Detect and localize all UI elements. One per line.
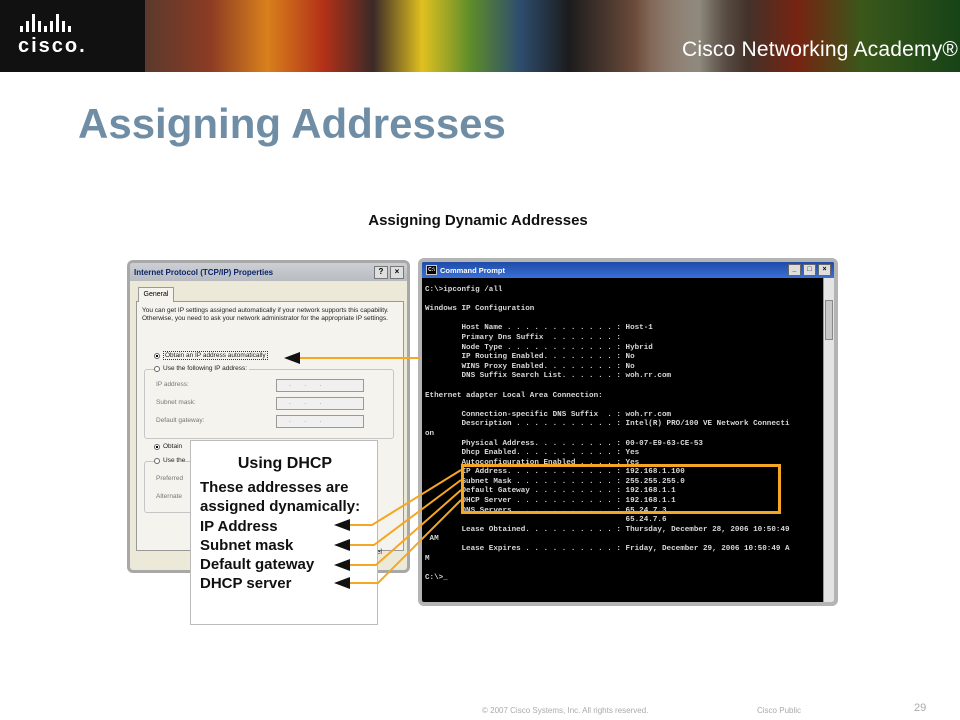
connector-arrows [284, 352, 462, 589]
arrowhead-icon [284, 352, 300, 364]
arrowhead-icon [334, 577, 350, 589]
arrow-subnet-mask [340, 479, 462, 546]
arrowhead-icon [334, 559, 350, 571]
page-number: 29 [914, 702, 927, 714]
arrow-default-gateway [340, 489, 462, 566]
arrowhead-icon [334, 519, 350, 531]
arrow-dhcp-server [340, 499, 462, 584]
arrowhead-icon [334, 539, 350, 551]
footer-classification: Cisco Public [757, 706, 802, 715]
footer-copyright: © 2007 Cisco Systems, Inc. All rights re… [482, 706, 649, 715]
